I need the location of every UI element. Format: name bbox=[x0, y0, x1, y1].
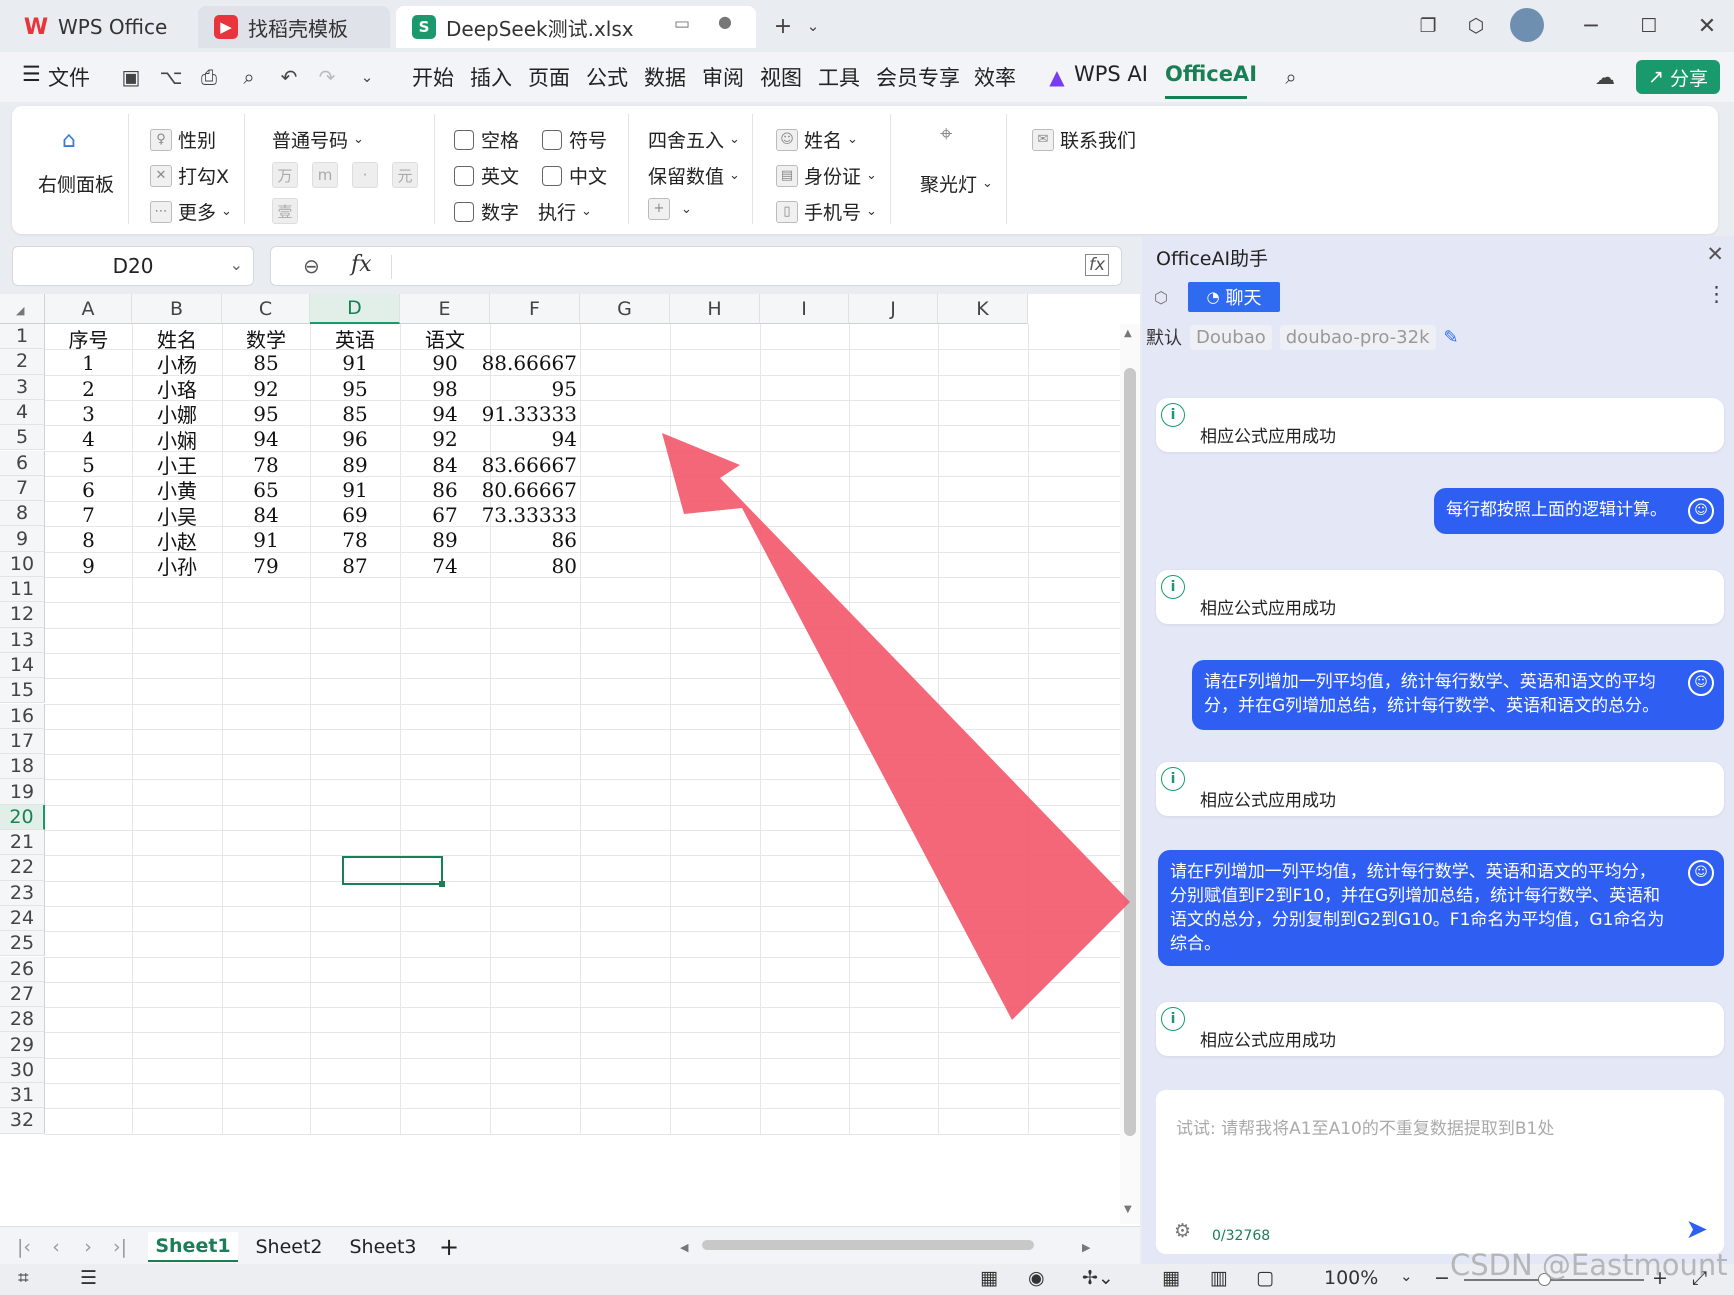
model-name[interactable]: doubao-pro-32k bbox=[1279, 324, 1436, 350]
page-layout-icon[interactable]: ▥ bbox=[1210, 1267, 1228, 1289]
sheet-tab-sheet2[interactable]: Sheet2 bbox=[246, 1232, 332, 1262]
message-text: 请在F列增加一列平均值，统计每行数学、英语和语文的平均分，并在G列增加总结，统计… bbox=[1204, 672, 1660, 716]
prev-sheet-icon[interactable]: ‹ bbox=[44, 1232, 68, 1262]
model-default-label: 默认 bbox=[1146, 328, 1182, 349]
eye-protection-icon[interactable]: ◉ bbox=[1028, 1267, 1045, 1289]
chat-bubble-icon: ◔ bbox=[1206, 288, 1220, 306]
sheet-tab-bar: |‹ ‹ › ›| Sheet1 Sheet2 Sheet3 + ◀ ▶ bbox=[0, 1226, 1140, 1264]
message-text: 每行都按照上面的逻辑计算。 bbox=[1446, 500, 1667, 520]
system-message: i 相应公式应用成功 bbox=[1156, 1002, 1724, 1056]
chevron-down-icon[interactable]: ⌄ bbox=[1400, 1267, 1413, 1285]
user-message: 每行都按照上面的逻辑计算。 ☺ bbox=[1434, 488, 1724, 534]
edit-pencil-icon[interactable]: ✎ bbox=[1444, 327, 1459, 348]
zoom-out-icon[interactable]: − bbox=[1434, 1267, 1450, 1289]
message-text: 相应公式应用成功 bbox=[1200, 1031, 1336, 1051]
watermark: CSDN @Eastmount bbox=[1450, 1248, 1728, 1282]
cube-icon[interactable]: ⬡ bbox=[1154, 288, 1168, 307]
info-icon: i bbox=[1161, 403, 1185, 427]
scroll-left-icon[interactable]: ◀ bbox=[680, 1241, 688, 1254]
user-avatar-icon: ☺ bbox=[1688, 498, 1714, 524]
outline-icon[interactable]: ☰ bbox=[80, 1267, 97, 1289]
next-sheet-icon[interactable]: › bbox=[76, 1232, 100, 1262]
info-icon: i bbox=[1161, 1007, 1185, 1031]
normal-view-icon[interactable]: ▦ bbox=[1162, 1267, 1180, 1289]
message-text: 相应公式应用成功 bbox=[1200, 599, 1336, 619]
chat-input-placeholder[interactable]: 试试: 请帮我将A1至A10的不重复数据提取到B1处 bbox=[1176, 1114, 1554, 1139]
system-message: i 相应公式应用成功 bbox=[1156, 570, 1724, 624]
first-sheet-icon[interactable]: |‹ bbox=[12, 1232, 36, 1262]
scroll-right-icon[interactable]: ▶ bbox=[1082, 1241, 1090, 1254]
provider-label[interactable]: Doubao bbox=[1190, 324, 1272, 350]
info-icon: i bbox=[1161, 575, 1185, 599]
message-text: 相应公式应用成功 bbox=[1200, 427, 1336, 447]
chat-tab[interactable]: ◔ 聊天 bbox=[1188, 282, 1280, 312]
system-message: i 相应公式应用成功 bbox=[1156, 398, 1724, 452]
last-sheet-icon[interactable]: ›| bbox=[108, 1232, 132, 1262]
close-icon[interactable]: ✕ bbox=[1706, 242, 1724, 266]
char-counter: 0/32768 bbox=[1212, 1228, 1271, 1244]
user-message: 请在F列增加一列平均值，统计每行数学、英语和语文的平均分，并在G列增加总结，统计… bbox=[1192, 660, 1724, 730]
sheet-tab-sheet1[interactable]: Sheet1 bbox=[148, 1232, 238, 1262]
table-style-icon[interactable]: ▦ bbox=[980, 1267, 998, 1289]
zoom-level[interactable]: 100% bbox=[1324, 1267, 1378, 1289]
send-icon[interactable]: ➤ bbox=[1685, 1214, 1708, 1245]
freeze-icon[interactable]: ✢⌄ bbox=[1082, 1267, 1114, 1289]
chat-input[interactable]: 试试: 请帮我将A1至A10的不重复数据提取到B1处 ⚙ 0/32768 ➤ bbox=[1156, 1090, 1724, 1254]
user-avatar-icon: ☺ bbox=[1688, 860, 1714, 886]
sheet-tab-sheet3[interactable]: Sheet3 bbox=[340, 1232, 426, 1262]
user-message: 请在F列增加一列平均值，统计每行数学、英语和语文的平均分，分别赋值到F2到F10… bbox=[1158, 850, 1724, 966]
page-break-icon[interactable]: ▢ bbox=[1256, 1267, 1274, 1289]
user-avatar-icon: ☺ bbox=[1688, 670, 1714, 696]
horizontal-scrollbar-thumb[interactable] bbox=[702, 1240, 1034, 1250]
macro-icon[interactable]: ⌗ bbox=[18, 1267, 29, 1289]
officeai-panel: OfficeAI助手 ✕ ⬡ ◔ 聊天 ⋮ 默认 Doubao doubao-p… bbox=[1142, 236, 1734, 1264]
message-text: 相应公式应用成功 bbox=[1200, 791, 1336, 811]
message-text: 请在F列增加一列平均值，统计每行数学、英语和语文的平均分，分别赋值到F2到F10… bbox=[1170, 862, 1665, 954]
info-icon: i bbox=[1161, 767, 1185, 791]
model-selector[interactable]: 默认 Doubao doubao-pro-32k ✎ bbox=[1146, 324, 1459, 350]
more-options-icon[interactable]: ⋮ bbox=[1706, 282, 1727, 306]
settings-gear-icon[interactable]: ⚙ bbox=[1174, 1220, 1191, 1242]
system-message: i 相应公式应用成功 bbox=[1156, 762, 1724, 816]
add-sheet-icon[interactable]: + bbox=[436, 1232, 462, 1262]
chat-tab-label: 聊天 bbox=[1225, 288, 1262, 309]
panel-title: OfficeAI助手 bbox=[1156, 248, 1269, 270]
